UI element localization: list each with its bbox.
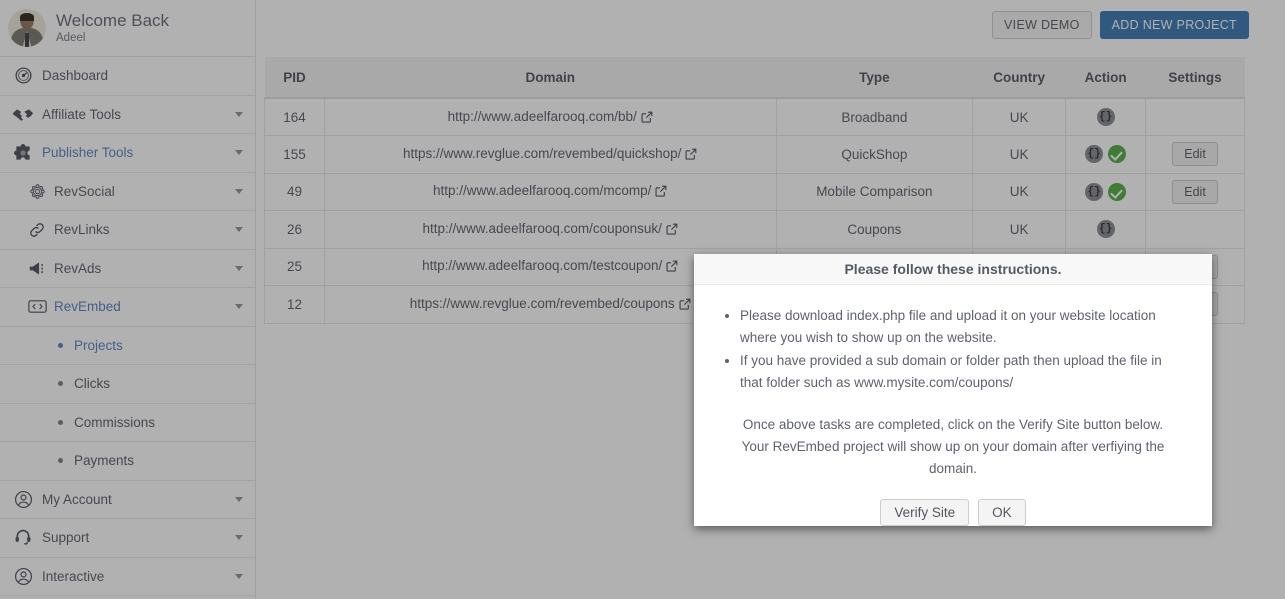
- modal-instruction-list: Please download index.php file and uploa…: [740, 305, 1186, 394]
- modal-note: Once above tasks are completed, click on…: [741, 417, 1165, 476]
- verify-site-button[interactable]: Verify Site: [880, 499, 970, 526]
- instructions-modal: Please follow these instructions. Please…: [694, 254, 1212, 526]
- modal-body: Please download index.php file and uploa…: [694, 285, 1212, 526]
- ok-button[interactable]: OK: [978, 499, 1026, 526]
- modal-header: Please follow these instructions.: [694, 254, 1212, 285]
- modal-title: Please follow these instructions.: [844, 261, 1062, 277]
- instruction-item: If you have provided a sub domain or fol…: [740, 350, 1186, 394]
- modal-actions: Verify Site OK: [720, 499, 1186, 526]
- instruction-item: Please download index.php file and uploa…: [740, 305, 1186, 349]
